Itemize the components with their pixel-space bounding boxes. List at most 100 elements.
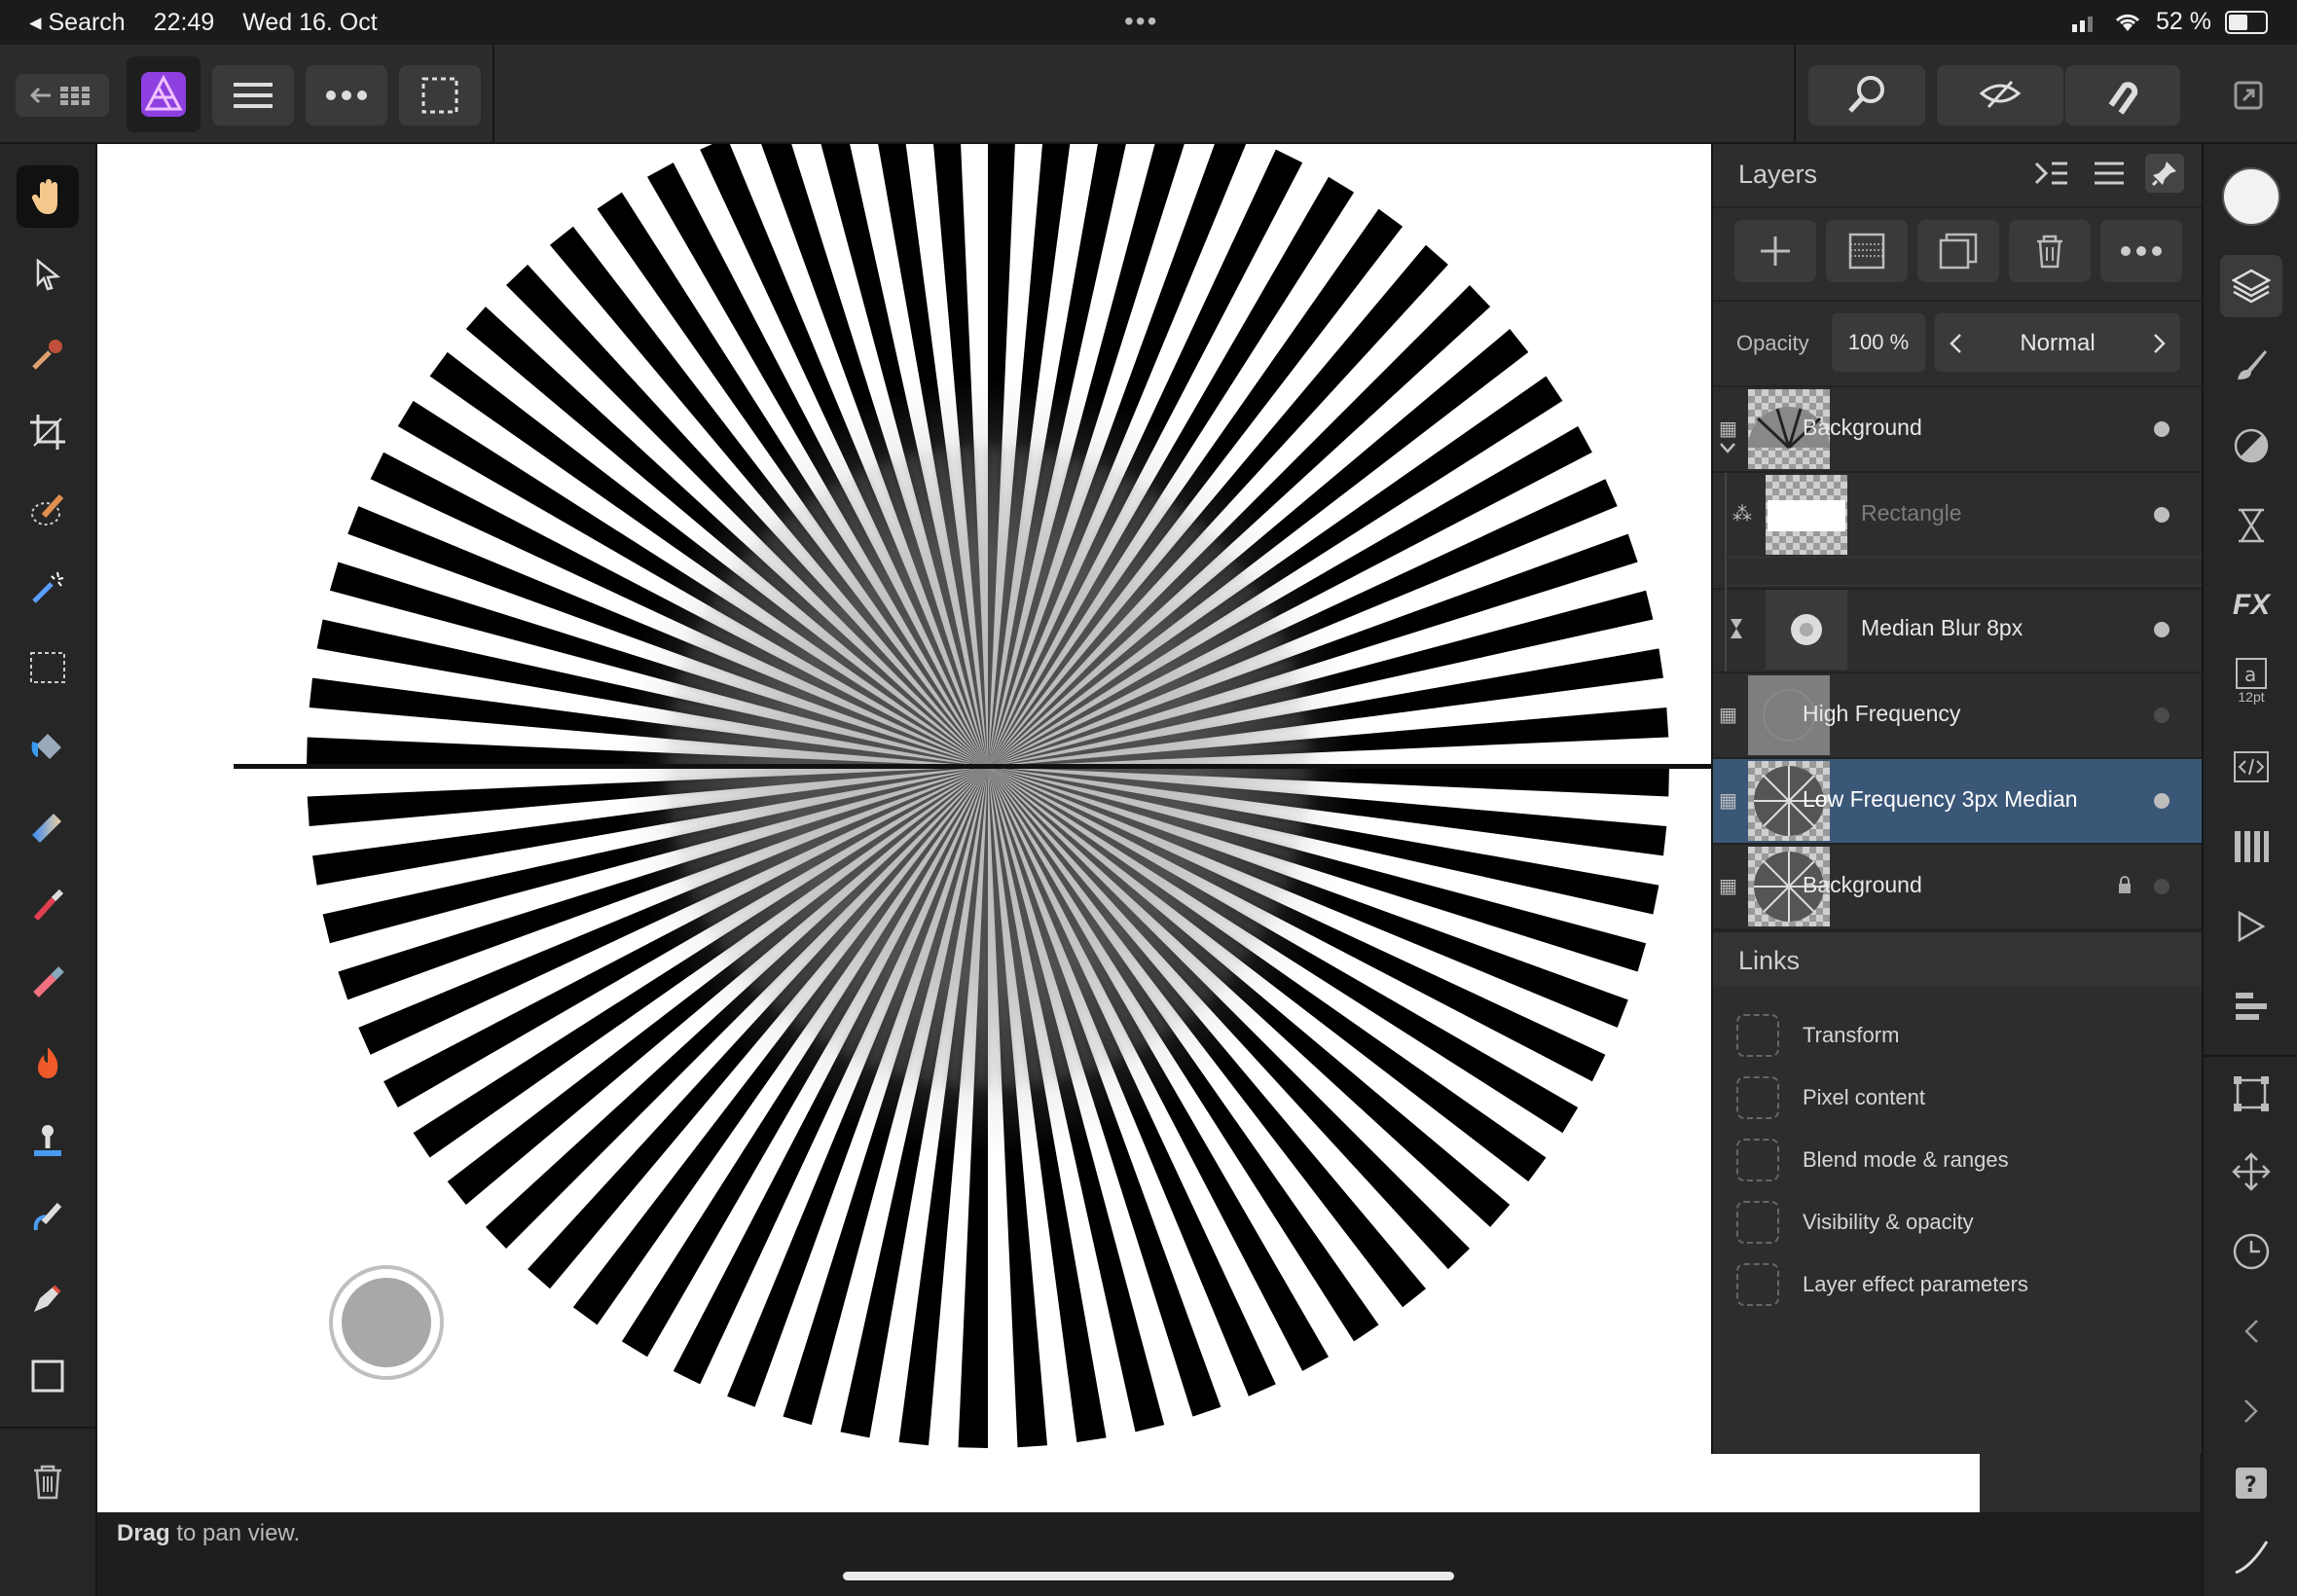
panel-collapse-button[interactable] bbox=[2034, 160, 2069, 194]
back-to-search[interactable]: ◂ Search bbox=[29, 9, 126, 36]
erase-brush-icon bbox=[33, 966, 64, 998]
collapse-right-button[interactable] bbox=[2220, 1380, 2282, 1442]
panel-pin-button[interactable] bbox=[2145, 154, 2184, 193]
zoom-button[interactable] bbox=[1808, 65, 1925, 126]
opacity-field[interactable]: 100 % bbox=[1832, 313, 1925, 372]
delete-layer-button[interactable] bbox=[2009, 220, 2091, 282]
align-icon bbox=[2236, 993, 2267, 1020]
duplicate-layer-button[interactable] bbox=[1917, 220, 1999, 282]
adjustments-studio-button[interactable] bbox=[2220, 415, 2282, 477]
collapse-panel-icon bbox=[2034, 162, 2067, 185]
history-studio-button[interactable] bbox=[2220, 494, 2282, 557]
help-button[interactable]: ? bbox=[2220, 1452, 2282, 1514]
navigator-studio-button[interactable] bbox=[2220, 1141, 2282, 1203]
panel-menu-button[interactable] bbox=[2093, 160, 2126, 194]
visibility-toggle[interactable] bbox=[2154, 793, 2169, 809]
magic-wand-tool[interactable] bbox=[17, 557, 79, 619]
channels-studio-button[interactable] bbox=[2220, 816, 2282, 878]
add-mask-button[interactable] bbox=[1826, 220, 1908, 282]
link-layer-effect[interactable]: Layer effect parameters bbox=[1736, 1260, 2028, 1309]
rectangle-marquee-icon bbox=[30, 652, 65, 683]
link-checkbox[interactable] bbox=[1736, 1263, 1779, 1306]
add-layer-button[interactable] bbox=[1734, 220, 1816, 282]
flood-fill-tool[interactable] bbox=[17, 716, 79, 779]
link-checkbox[interactable] bbox=[1736, 1201, 1779, 1244]
color-picker-tool[interactable] bbox=[17, 323, 79, 385]
brushes-studio-button[interactable] bbox=[2220, 335, 2282, 397]
smudge-tool[interactable] bbox=[17, 1187, 79, 1250]
pen-tool[interactable] bbox=[17, 1267, 79, 1329]
back-grid-icon bbox=[29, 87, 90, 105]
crop-tool[interactable] bbox=[17, 401, 79, 463]
layer-more-button[interactable] bbox=[2100, 220, 2182, 282]
pencil-icon bbox=[2235, 1541, 2269, 1575]
visibility-toggle[interactable] bbox=[2154, 421, 2169, 437]
flood-fill-icon bbox=[31, 734, 61, 759]
chevron-right-icon[interactable] bbox=[2153, 333, 2167, 354]
hint-bold: Drag bbox=[117, 1520, 170, 1546]
main-menu-button[interactable] bbox=[212, 65, 294, 126]
paint-brush-tool[interactable] bbox=[17, 874, 79, 936]
link-checkbox[interactable] bbox=[1736, 1014, 1779, 1057]
wifi-icon bbox=[2115, 14, 2140, 31]
multitasking-dots[interactable]: ••• bbox=[1124, 6, 1158, 37]
visibility-toggle[interactable] bbox=[2154, 507, 2169, 523]
lock-icon[interactable] bbox=[2117, 876, 2133, 895]
link-checkbox[interactable] bbox=[1736, 1139, 1779, 1181]
document-canvas[interactable] bbox=[97, 144, 1981, 1512]
fx-studio-button[interactable]: FX bbox=[2220, 574, 2282, 636]
layer-row-high-frequency[interactable]: ▦ High Frequency bbox=[1713, 673, 2202, 759]
layer-row-median-blur[interactable]: Median Blur 8px bbox=[1713, 588, 2202, 673]
layer-row-background-locked[interactable]: ▦ Background bbox=[1713, 845, 2202, 930]
home-indicator[interactable] bbox=[843, 1572, 1454, 1580]
collapse-left-button[interactable] bbox=[2220, 1300, 2282, 1362]
battery-icon bbox=[2225, 10, 2268, 34]
apple-pencil-button[interactable] bbox=[2220, 1526, 2282, 1588]
link-checkbox[interactable] bbox=[1736, 1076, 1779, 1119]
canvas-assist-button[interactable] bbox=[329, 1265, 444, 1380]
visibility-toggle[interactable] bbox=[2154, 879, 2169, 894]
layer-row-low-frequency[interactable]: ▦ Low Frequency 3px Median bbox=[1713, 759, 2202, 845]
visibility-toggle[interactable] bbox=[2154, 622, 2169, 637]
fx-icon: FX bbox=[2232, 589, 2271, 621]
layer-row-rectangle[interactable]: ⁂ Rectangle bbox=[1713, 473, 2203, 590]
clone-tool[interactable] bbox=[17, 1109, 79, 1172]
layer-row-background-group[interactable]: ▦ Background bbox=[1713, 387, 2202, 473]
rectangle-tool[interactable] bbox=[17, 1345, 79, 1407]
layers-studio-button[interactable] bbox=[2220, 255, 2282, 317]
marquee-tool[interactable] bbox=[17, 636, 79, 699]
link-pixel-content[interactable]: Pixel content bbox=[1736, 1073, 1925, 1122]
blend-mode-selector[interactable]: Normal bbox=[1935, 313, 2180, 372]
selection-brush-tool[interactable] bbox=[17, 479, 79, 541]
code-studio-button[interactable] bbox=[2220, 736, 2282, 798]
link-transform[interactable]: Transform bbox=[1736, 1011, 1899, 1060]
view-mode-button[interactable] bbox=[1937, 65, 2063, 126]
snapping-button[interactable] bbox=[2065, 65, 2180, 126]
gradient-tool[interactable] bbox=[17, 794, 79, 856]
expand-button[interactable] bbox=[2219, 65, 2278, 126]
layer-name: Background bbox=[1803, 415, 1922, 440]
back-to-gallery-button[interactable] bbox=[16, 74, 109, 117]
more-button[interactable] bbox=[306, 65, 387, 126]
text-styles-studio-button[interactable]: a 12pt bbox=[2220, 650, 2282, 712]
macro-play-button[interactable] bbox=[2220, 895, 2282, 958]
top-toolbar bbox=[0, 45, 2297, 144]
expand-chevron-icon[interactable] bbox=[1719, 442, 1736, 455]
layer-name: Background bbox=[1803, 872, 1922, 897]
assist-inner-circle bbox=[342, 1278, 431, 1367]
hand-tool[interactable] bbox=[17, 165, 79, 228]
selection-button[interactable] bbox=[399, 65, 481, 126]
link-visibility[interactable]: Visibility & opacity bbox=[1736, 1198, 1974, 1247]
move-tool[interactable] bbox=[17, 243, 79, 306]
paint-brush-icon bbox=[33, 889, 64, 922]
link-blend-mode[interactable]: Blend mode & ranges bbox=[1736, 1136, 2009, 1184]
delete-tool-button[interactable] bbox=[17, 1450, 79, 1512]
align-studio-button[interactable] bbox=[2220, 975, 2282, 1037]
erase-brush-tool[interactable] bbox=[17, 952, 79, 1014]
transform-studio-button[interactable] bbox=[2220, 1063, 2282, 1125]
burn-tool[interactable] bbox=[17, 1032, 79, 1094]
color-studio-button[interactable] bbox=[2220, 165, 2282, 228]
persona-photo-button[interactable] bbox=[127, 56, 201, 132]
visibility-toggle[interactable] bbox=[2154, 707, 2169, 723]
clock-studio-button[interactable] bbox=[2220, 1220, 2282, 1283]
